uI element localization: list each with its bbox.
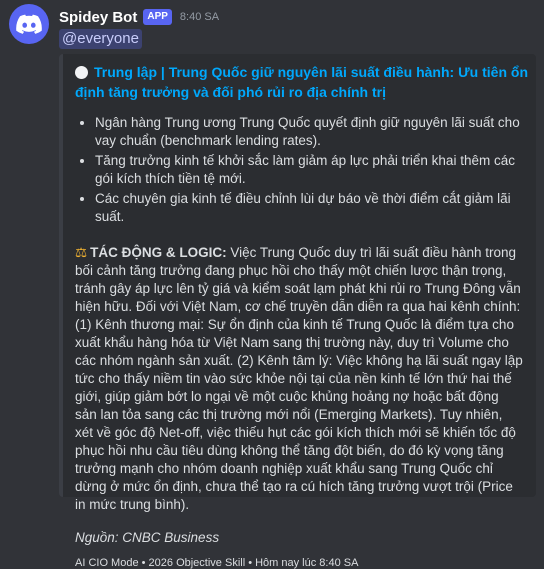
embed-title-line2[interactable]: định tăng trưởng và đối phó rủi ro địa c… [75, 82, 524, 102]
message-header: Spidey Bot APP 8:40 SA [59, 6, 219, 28]
impact-paragraph: ⚖ TÁC ĐỘNG & LOGIC: Việc Trung Quốc duy t… [75, 244, 524, 514]
embed-footer: AI CIO Mode • 2026 Objective Skill • Hôm… [75, 557, 359, 569]
impact-label: TÁC ĐỘNG & LOGIC: [90, 245, 227, 260]
discord-logo-icon [16, 14, 42, 34]
list-item: Tăng trưởng kinh tế khởi sắc làm giảm áp… [95, 152, 524, 188]
bullet-list: Ngân hàng Trung ương Trung Quốc quyết đị… [75, 114, 524, 226]
impact-text: Việc Trung Quốc duy trì lãi suất điều hà… [75, 245, 523, 512]
white-circle-icon [75, 65, 88, 79]
username[interactable]: Spidey Bot [59, 9, 137, 26]
source-line: Nguồn: CNBC Business [75, 530, 220, 545]
bot-avatar[interactable] [9, 4, 49, 44]
everyone-mention[interactable]: @everyone [59, 29, 142, 49]
news-embed: Trung lập | Trung Quốc giữ nguyên lãi su… [59, 54, 536, 569]
embed-title-line1[interactable]: Trung lập | Trung Quốc giữ nguyên lãi su… [94, 62, 528, 82]
balance-scale-icon: ⚖ [75, 245, 88, 260]
embed-title[interactable]: Trung lập | Trung Quốc giữ nguyên lãi su… [75, 62, 528, 102]
message-timestamp[interactable]: 8:40 SA [180, 11, 219, 23]
list-item: Ngân hàng Trung ương Trung Quốc quyết đị… [95, 114, 524, 150]
embed-description: Ngân hàng Trung ương Trung Quốc quyết đị… [75, 114, 524, 514]
app-badge: APP [143, 9, 172, 25]
list-item: Các chuyên gia kinh tế điều chỉnh lùi dự… [95, 190, 524, 226]
